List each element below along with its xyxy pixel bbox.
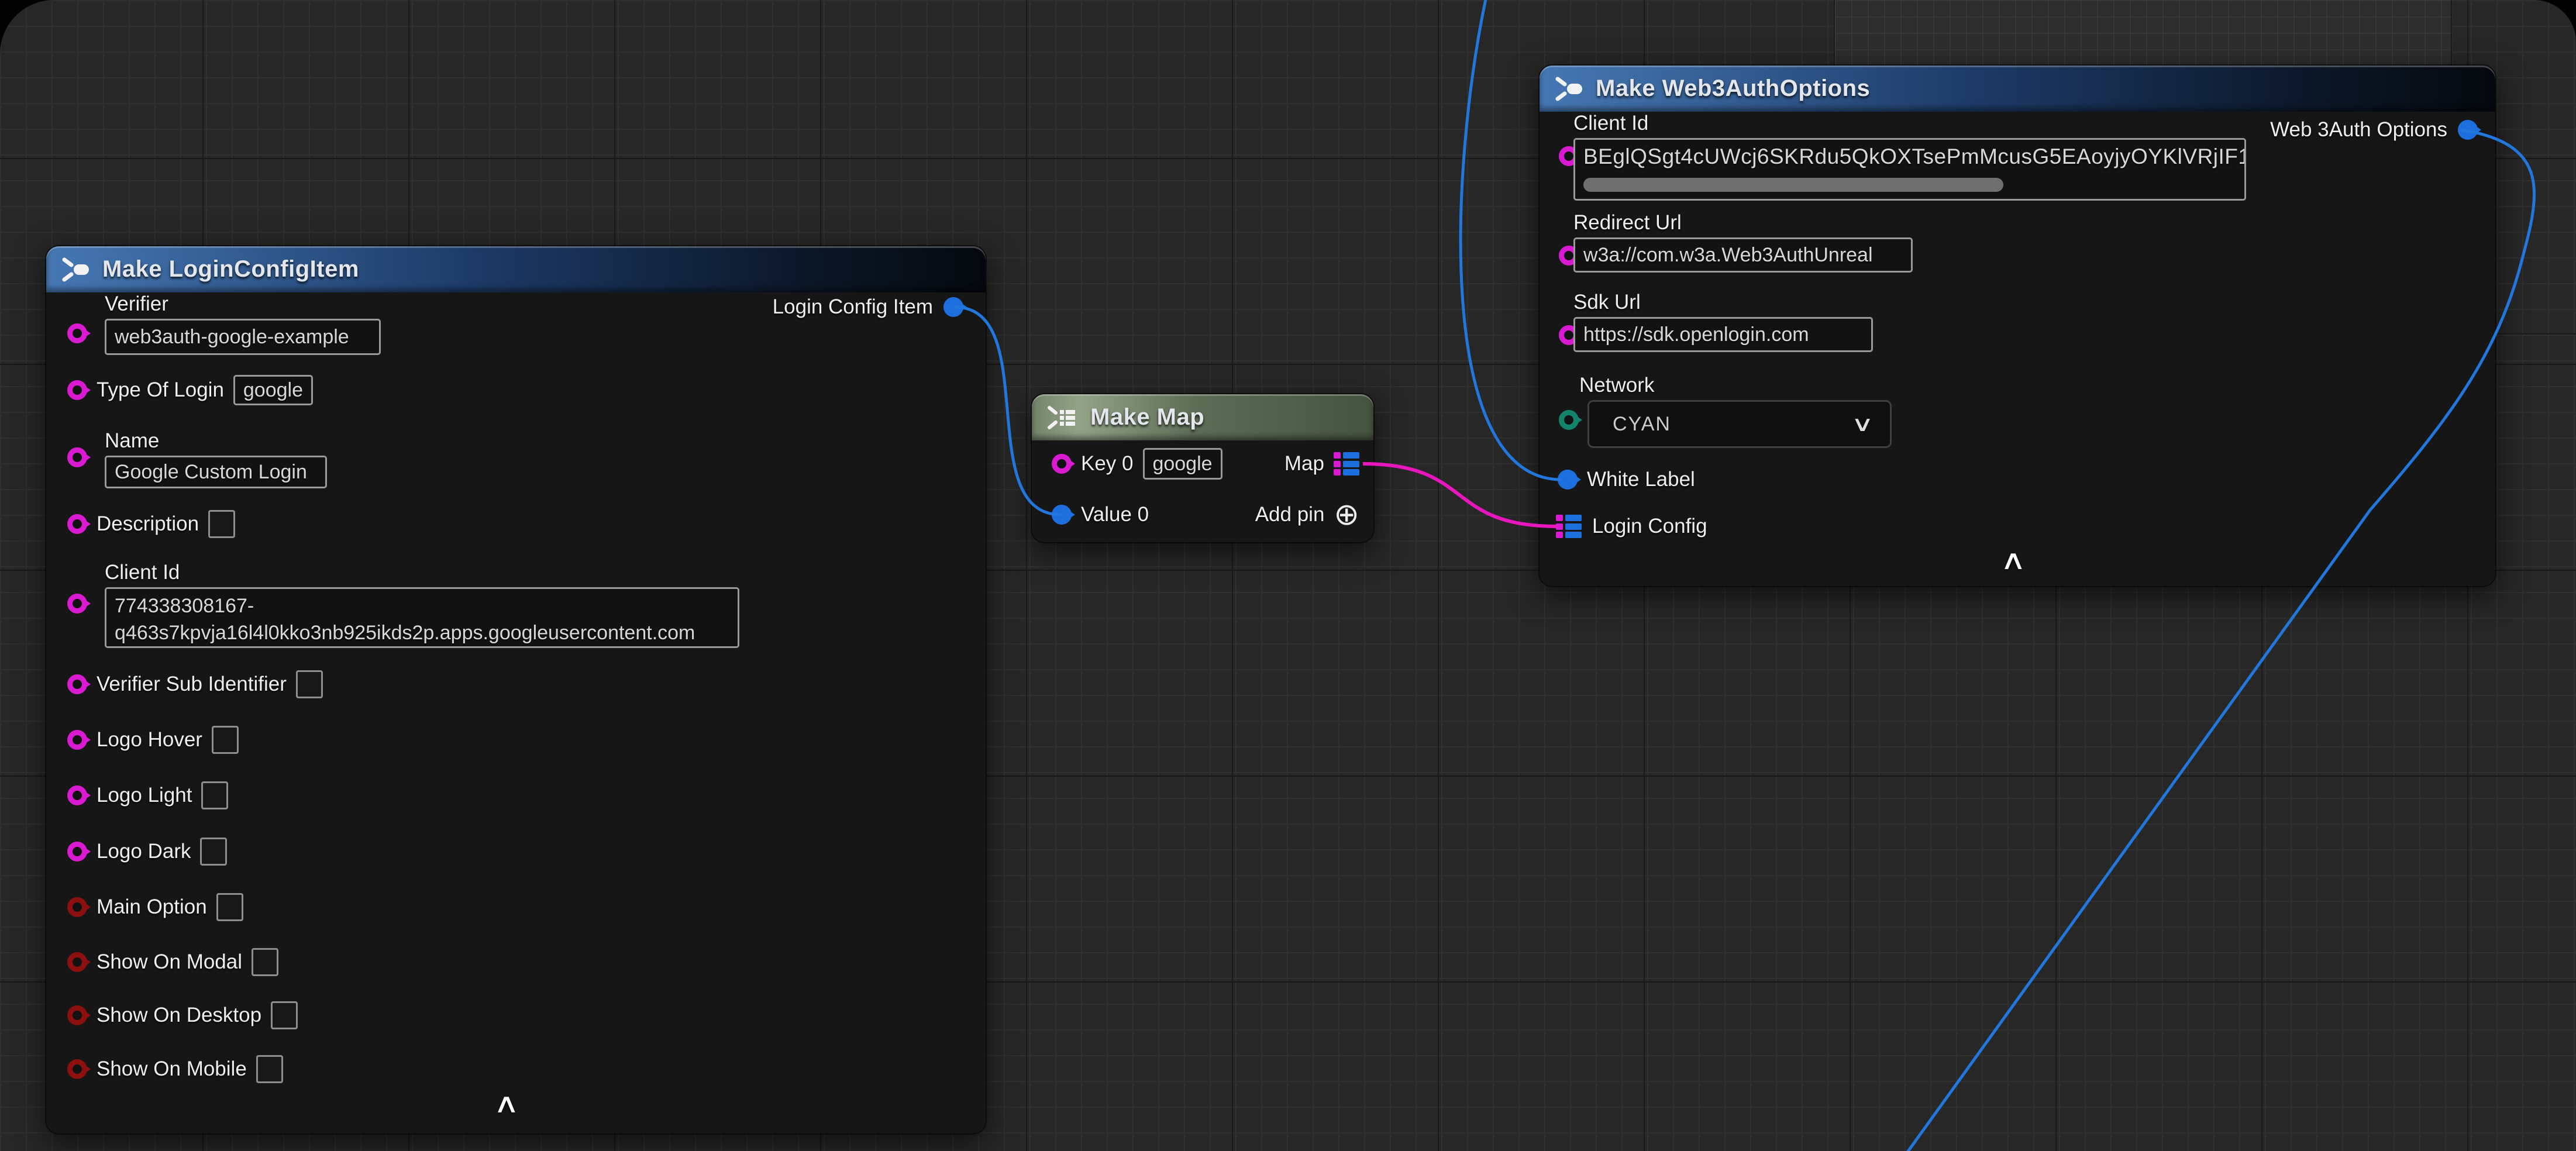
graph-canvas[interactable]: Make LoginConfigItem Login Config Item V… [0,0,2576,1151]
node-title-bar[interactable]: Make Map [1032,394,1373,440]
pin-description[interactable] [67,514,87,534]
make-map-icon [1046,402,1079,433]
pin-key-0[interactable] [1052,454,1072,474]
pin-label-type-of-login: Type Of Login [97,378,224,402]
field-client-id[interactable]: BEglQSgt4cUWcj6SKRdu5QkOXTsePmMcusG5EAoy… [1573,138,2246,201]
node-title-bar[interactable]: Make Web3AuthOptions [1540,66,2495,112]
pin-verifier-sub-identifier[interactable] [67,674,87,694]
field-type-of-login[interactable]: google [233,375,313,405]
pin-network[interactable] [1559,410,1579,430]
pin-label-description: Description [97,512,199,536]
chevron-up-icon: ∧ [493,1088,519,1118]
node-title-bar[interactable]: Make LoginConfigItem [46,246,986,292]
node-title: Make Web3AuthOptions [1596,75,1870,102]
pin-label-client-id: Client Id [105,559,739,586]
pin-label-show-on-desktop: Show On Desktop [97,1004,261,1027]
network-dropdown[interactable]: CYAN ∨ [1587,400,1892,448]
field-client-id-text: BEglQSgt4cUWcj6SKRdu5QkOXTsePmMcusG5EAoy… [1583,144,2246,169]
pin-label-login-config-item: Login Config Item [773,295,933,319]
pin-label-map-output: Map [1284,452,1324,475]
pin-label-login-config: Login Config [1592,515,1707,538]
node-make-loginconfigitem[interactable]: Make LoginConfigItem Login Config Item V… [46,246,986,1133]
node-make-web3authoptions[interactable]: Make Web3AuthOptions Web 3Auth Options C… [1540,66,2495,586]
pin-login-config[interactable] [1556,515,1583,538]
pin-white-label[interactable] [1558,470,1578,490]
pin-show-on-mobile[interactable] [67,1059,87,1079]
add-pin-icon: ⊕ [1334,499,1359,530]
pin-label-network: Network [1579,372,1892,399]
pin-label-web3auth-options: Web 3Auth Options [2270,118,2447,142]
pin-label-logo-light: Logo Light [97,784,192,807]
checkbox-show-on-mobile[interactable] [256,1055,283,1083]
pin-label-redirect-url: Redirect Url [1573,209,1913,236]
pin-name[interactable] [67,447,87,467]
make-struct-icon [60,254,91,285]
collapse-button[interactable]: ∧ [493,1087,519,1119]
node-title: Make Map [1090,404,1204,430]
pin-type-of-login[interactable] [67,380,87,400]
field-scrollbar[interactable] [1583,178,2003,192]
checkbox-logo-dark[interactable] [200,838,227,866]
checkbox-show-on-desktop[interactable] [271,1001,298,1029]
node-title: Make LoginConfigItem [102,256,359,282]
checkbox-verifier-sub-identifier[interactable] [296,670,323,698]
pin-show-on-desktop[interactable] [67,1005,87,1025]
checkbox-description[interactable] [208,510,235,538]
pin-label-client-id: Client Id [1573,110,2246,137]
add-pin-button[interactable]: Add pin ⊕ [1255,501,1359,529]
chevron-down-icon: ∨ [1851,412,1874,436]
checkbox-main-option[interactable] [216,893,243,921]
pin-label-key-0: Key 0 [1081,452,1134,475]
pin-verifier[interactable] [67,323,87,343]
checkbox-logo-hover[interactable] [212,726,239,754]
pin-logo-dark[interactable] [67,842,87,861]
make-struct-icon [1554,74,1584,104]
pin-label-logo-dark: Logo Dark [97,840,191,863]
pin-label-value-0: Value 0 [1081,503,1149,526]
node-make-map[interactable]: Make Map Key 0 google Map Value 0 Add pi… [1032,394,1373,542]
pin-label-main-option: Main Option [97,895,207,919]
pin-client-id[interactable] [67,594,87,614]
checkbox-logo-light[interactable] [201,781,228,809]
network-dropdown-value: CYAN [1589,413,1671,436]
field-verifier[interactable]: web3auth-google-example [105,319,381,355]
pin-show-on-modal[interactable] [67,952,87,972]
add-pin-label: Add pin [1255,503,1325,526]
pin-logo-hover[interactable] [67,730,87,750]
pin-label-white-label: White Label [1587,468,1695,491]
collapse-button[interactable]: ∧ [2000,544,2026,576]
wire-map-to-loginconfig[interactable] [1363,464,1557,526]
field-name[interactable]: Google Custom Login [105,456,327,488]
field-client-id[interactable]: 774338308167- q463s7kpvja16l4l0kko3nb925… [105,587,739,648]
field-key-0[interactable]: google [1143,448,1222,480]
pin-map-output[interactable] [1334,452,1361,475]
field-sdk-url[interactable]: https://sdk.openlogin.com [1573,317,1873,352]
pin-label-sdk-url: Sdk Url [1573,289,1873,316]
checkbox-show-on-modal[interactable] [252,948,278,976]
field-redirect-url[interactable]: w3a://com.w3a.Web3AuthUnreal [1573,237,1913,273]
pin-label-name: Name [105,428,327,454]
pin-label-verifier-sub-identifier: Verifier Sub Identifier [97,673,287,696]
pin-label-verifier: Verifier [105,291,381,318]
pin-label-show-on-modal: Show On Modal [97,950,242,974]
pin-main-option[interactable] [67,897,87,917]
pin-label-show-on-mobile: Show On Mobile [97,1057,247,1081]
chevron-up-icon: ∧ [2000,545,2026,575]
pin-logo-light[interactable] [67,785,87,805]
pin-label-logo-hover: Logo Hover [97,728,202,752]
